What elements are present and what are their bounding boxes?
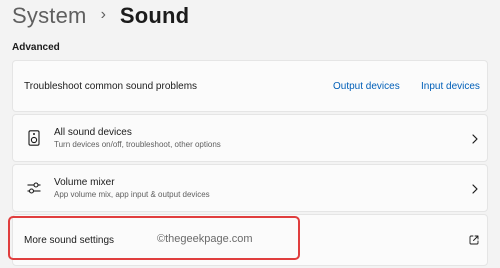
mixer-sliders-icon [27, 182, 41, 194]
troubleshoot-label: Troubleshoot common sound problems [24, 81, 198, 92]
volume-mixer-title: Volume mixer [54, 177, 115, 188]
section-title-advanced: Advanced [12, 42, 60, 53]
input-devices-link[interactable]: Input devices [421, 81, 480, 92]
highlight-annotation [8, 216, 300, 260]
all-sound-devices-subtitle: Turn devices on/off, troubleshoot, other… [54, 140, 221, 149]
external-link-icon [469, 235, 479, 245]
all-sound-devices-title: All sound devices [54, 127, 132, 138]
volume-mixer-row[interactable]: Volume mixer App volume mix, app input &… [12, 164, 488, 212]
chevron-right-icon [472, 134, 478, 144]
volume-mixer-subtitle: App volume mix, app input & output devic… [54, 190, 210, 199]
page-title: Sound [119, 3, 190, 28]
speaker-device-icon [28, 130, 40, 146]
breadcrumb: System › Sound [12, 2, 189, 30]
breadcrumb-separator: › [100, 6, 106, 23]
output-devices-link[interactable]: Output devices [333, 81, 400, 92]
breadcrumb-system[interactable]: System [12, 3, 87, 29]
troubleshoot-card: Troubleshoot common sound problems Outpu… [12, 60, 488, 112]
chevron-right-icon [472, 184, 478, 194]
all-sound-devices-row[interactable]: All sound devices Turn devices on/off, t… [12, 114, 488, 162]
